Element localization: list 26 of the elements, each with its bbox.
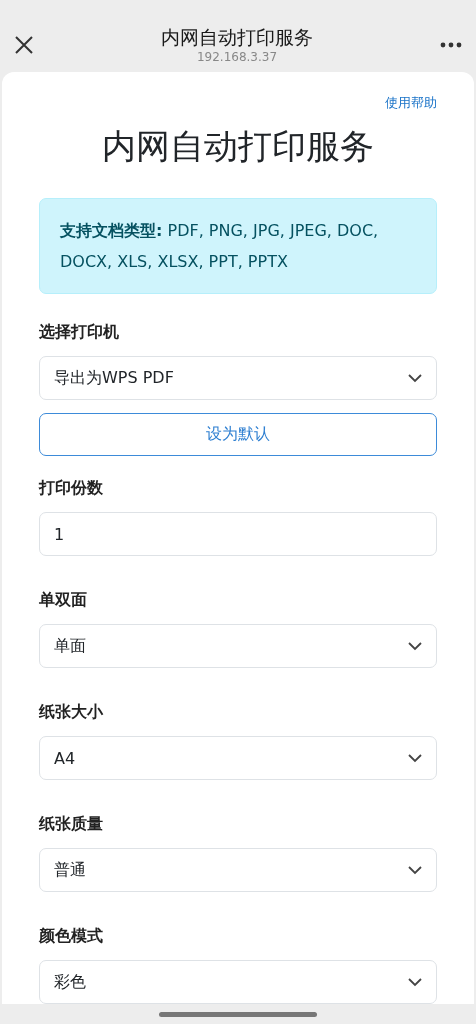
help-link[interactable]: 使用帮助 bbox=[385, 94, 437, 112]
select-field[interactable]: 导出为WPS PDF bbox=[39, 356, 437, 400]
chevron-down-icon bbox=[408, 865, 422, 875]
set-default-button[interactable]: 设为默认 bbox=[39, 413, 437, 456]
chevron-down-icon bbox=[408, 641, 422, 651]
close-icon[interactable] bbox=[14, 35, 34, 55]
home-indicator[interactable] bbox=[159, 1011, 317, 1017]
field-label: 纸张大小 bbox=[39, 701, 104, 723]
field-label: 单双面 bbox=[39, 589, 88, 611]
field-label: 选择打印机 bbox=[39, 321, 120, 343]
select-field[interactable]: 普通 bbox=[39, 848, 437, 892]
info-box: 支持文档类型: PDF, PNG, JPG, JPEG, DOC, DOCX, XLS, XLSX, PPT, PPTX bbox=[39, 198, 437, 294]
field-label: 颜色模式 bbox=[39, 925, 104, 947]
select-field[interactable]: 彩色 bbox=[39, 960, 437, 1004]
field-label: 纸张质量 bbox=[39, 813, 104, 835]
chevron-down-icon bbox=[408, 373, 422, 383]
more-icon[interactable] bbox=[440, 42, 462, 48]
input-field[interactable]: 1 bbox=[39, 512, 437, 556]
chevron-down-icon bbox=[408, 753, 422, 763]
select-field[interactable]: 单面 bbox=[39, 624, 437, 668]
heading: 内网自动打印服务 bbox=[101, 125, 375, 168]
page-title: 内网自动打印服务 bbox=[161, 25, 313, 49]
page-url: 192.168.3.37 bbox=[196, 49, 278, 65]
field-label: 打印份数 bbox=[39, 477, 104, 499]
chevron-down-icon bbox=[408, 977, 422, 987]
select-field[interactable]: A4 bbox=[39, 736, 437, 780]
